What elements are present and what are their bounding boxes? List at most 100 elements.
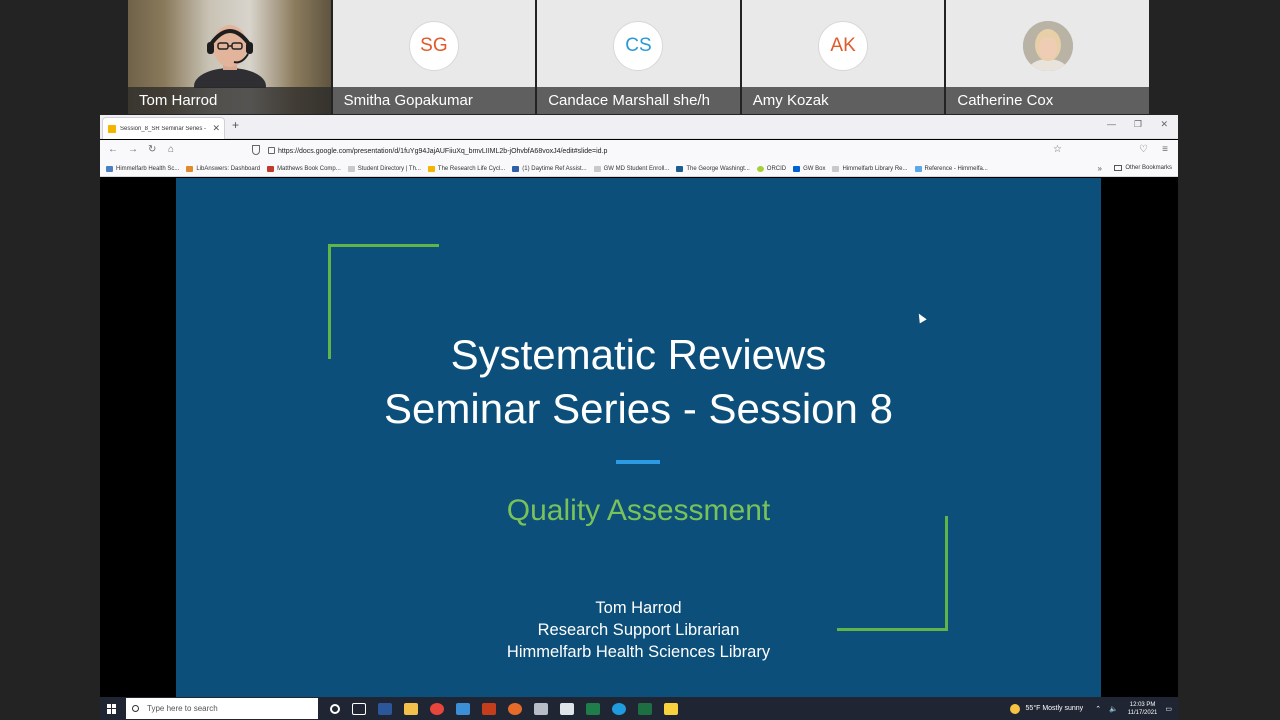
shield-icon[interactable] (252, 145, 260, 155)
bookmark-label: Reference - Himmelfa... (924, 166, 988, 172)
folder-icon (1114, 165, 1123, 171)
tray-chevron-icon[interactable]: ⌃ (1095, 705, 1101, 713)
bookmark-item[interactable]: ORCID (756, 166, 787, 172)
reload-icon[interactable]: ↻ (148, 144, 156, 155)
bookmark-icon (512, 166, 520, 172)
bookmark-item[interactable]: The Research Life Cycl... (427, 166, 505, 172)
powerpoint-icon[interactable] (482, 702, 496, 715)
participant-avatar: SG (408, 21, 459, 71)
bookmark-item[interactable]: Matthews Book Comp... (267, 166, 341, 172)
calculator-icon[interactable] (534, 702, 548, 715)
participant-name: Candace Marshall she/h (537, 87, 740, 114)
bookmark-item[interactable]: Himmelfarb Library Re... (832, 166, 908, 172)
task-view-icon[interactable] (352, 702, 366, 715)
presenter-info: Tom Harrod Research Support Librarian Hi… (176, 597, 1101, 663)
slide-title-line: Seminar Series - Session 8 (384, 385, 893, 432)
bookmark-icon (427, 166, 435, 172)
chrome-icon[interactable] (430, 702, 444, 715)
clock-time: 12:03 PM (1129, 701, 1156, 708)
search-icon (132, 705, 139, 712)
participant-name: Amy Kozak (741, 87, 945, 114)
url-bar[interactable]: https://docs.google.com/presentation/d/1… (248, 142, 1068, 160)
browser-nav-bar: ← → ↻ ⌂ https://docs.google.com/presenta… (100, 140, 1178, 162)
windows-icon (107, 703, 117, 714)
other-bookmarks-folder[interactable]: Other Bookmarks (1114, 165, 1172, 171)
bookmark-label: The George Washingt... (686, 166, 750, 172)
bookmark-item[interactable]: GW MD Student Enroll... (593, 166, 669, 172)
cortana-icon[interactable] (330, 703, 340, 714)
bookmark-icon (914, 166, 922, 172)
slide-title: Systematic Reviews Seminar Series - Sess… (176, 328, 1101, 436)
search-placeholder: Type here to search (147, 704, 218, 713)
participant-tile-smitha-gopakumar[interactable]: SG Smitha Gopakumar (332, 0, 536, 114)
bookmark-label: Student Directory | Th... (357, 166, 421, 172)
participant-tile-amy-kozak[interactable]: AK Amy Kozak (741, 0, 945, 114)
bookmark-icon (756, 166, 764, 172)
slide-subtitle: Quality Assessment (506, 494, 771, 527)
browser-tab-bar: Session_8_SR Seminar Series - G ✕ + — ❐ … (100, 115, 1178, 139)
presenter-org: Himmelfarb Health Sciences Library (506, 643, 771, 661)
more-bookmarks-icon[interactable]: » (1098, 164, 1102, 173)
weather-icon[interactable] (1009, 703, 1020, 714)
pocket-icon[interactable]: ♡ (1139, 144, 1148, 155)
excel-icon[interactable] (638, 702, 652, 715)
participant-tile-catherine-cox[interactable]: Catherine Cox (946, 0, 1149, 114)
bookmark-icon (186, 166, 194, 172)
file-explorer-icon[interactable] (404, 702, 418, 715)
start-button[interactable] (100, 697, 124, 720)
app-icon[interactable] (560, 702, 574, 715)
taskbar-search[interactable]: Type here to search (126, 698, 318, 719)
bookmark-label: Matthews Book Comp... (277, 166, 341, 172)
publisher-icon[interactable] (586, 702, 600, 715)
menu-icon[interactable]: ≡ (1162, 144, 1168, 155)
bookmark-icon (793, 166, 801, 172)
bookmark-item[interactable]: (1) Daytime Ref Assist... (512, 166, 587, 172)
bookmark-label: LibAnswers: Dashboard (196, 166, 261, 172)
bookmark-item[interactable]: GW Box (793, 166, 825, 172)
bookmark-icon (832, 166, 840, 172)
slide-divider (616, 460, 660, 464)
presenter-name: Tom Harrod (595, 599, 682, 617)
bookmark-item[interactable]: The George Washingt... (676, 166, 750, 172)
participant-tile-candace-marshall[interactable]: CS Candace Marshall she/h (537, 0, 740, 114)
bookmark-item[interactable]: LibAnswers: Dashboard (186, 166, 260, 172)
volume-icon[interactable]: 🔈 (1109, 705, 1118, 713)
bookmark-label: ORCID (766, 166, 787, 172)
bookmark-icon (267, 166, 275, 172)
edge-icon[interactable] (612, 702, 626, 715)
participant-strip: Tom Harrod SG Smitha Gopakumar CS Candac… (128, 0, 1149, 114)
presentation-slide[interactable]: Systematic Reviews Seminar Series - Sess… (176, 178, 1101, 698)
word-icon[interactable] (378, 702, 392, 715)
bookmark-label: Himmelfarb Library Re... (842, 166, 908, 172)
participant-name: Tom Harrod (128, 87, 331, 114)
participant-name: Catherine Cox (946, 87, 1149, 114)
minimize-icon[interactable]: — (1107, 119, 1116, 129)
participant-name: Smitha Gopakumar (332, 87, 536, 114)
close-window-icon[interactable]: ✕ (1160, 119, 1168, 130)
bookmark-star-icon[interactable]: ☆ (1053, 144, 1062, 155)
firefox-icon[interactable] (508, 702, 522, 715)
app-icon[interactable] (456, 702, 470, 715)
bookmark-item[interactable]: Himmelfarb Health Sc... (106, 166, 179, 172)
lock-icon[interactable] (268, 147, 275, 154)
bookmark-item[interactable]: Reference - Himmelfa... (914, 166, 988, 172)
slide-title-line: Systematic Reviews (450, 331, 827, 378)
bookmark-label: GW Box (803, 166, 826, 172)
back-icon[interactable]: ← (108, 144, 118, 155)
restore-icon[interactable]: ❐ (1134, 119, 1142, 130)
notifications-icon[interactable]: ▭ (1165, 705, 1172, 713)
participant-avatar: AK (818, 21, 869, 71)
participant-tile-tom-harrod[interactable]: Tom Harrod (128, 0, 331, 114)
bookmark-icon (593, 166, 601, 172)
browser-tab[interactable]: Session_8_SR Seminar Series - G ✕ (102, 117, 225, 139)
presenter-role: Research Support Librarian (537, 621, 740, 639)
new-tab-icon[interactable]: + (232, 118, 239, 132)
sticky-notes-icon[interactable] (664, 702, 678, 715)
taskbar-clock[interactable]: 12:03 PM 11/17/2021 (1128, 701, 1158, 717)
tab-title: Session_8_SR Seminar Series - G (120, 125, 209, 132)
forward-icon[interactable]: → (128, 144, 138, 155)
weather-text[interactable]: 55°F Mostly sunny (1026, 705, 1084, 712)
bookmark-item[interactable]: Student Directory | Th... (347, 166, 421, 172)
close-tab-icon[interactable]: ✕ (212, 123, 220, 134)
home-icon[interactable]: ⌂ (168, 144, 174, 155)
